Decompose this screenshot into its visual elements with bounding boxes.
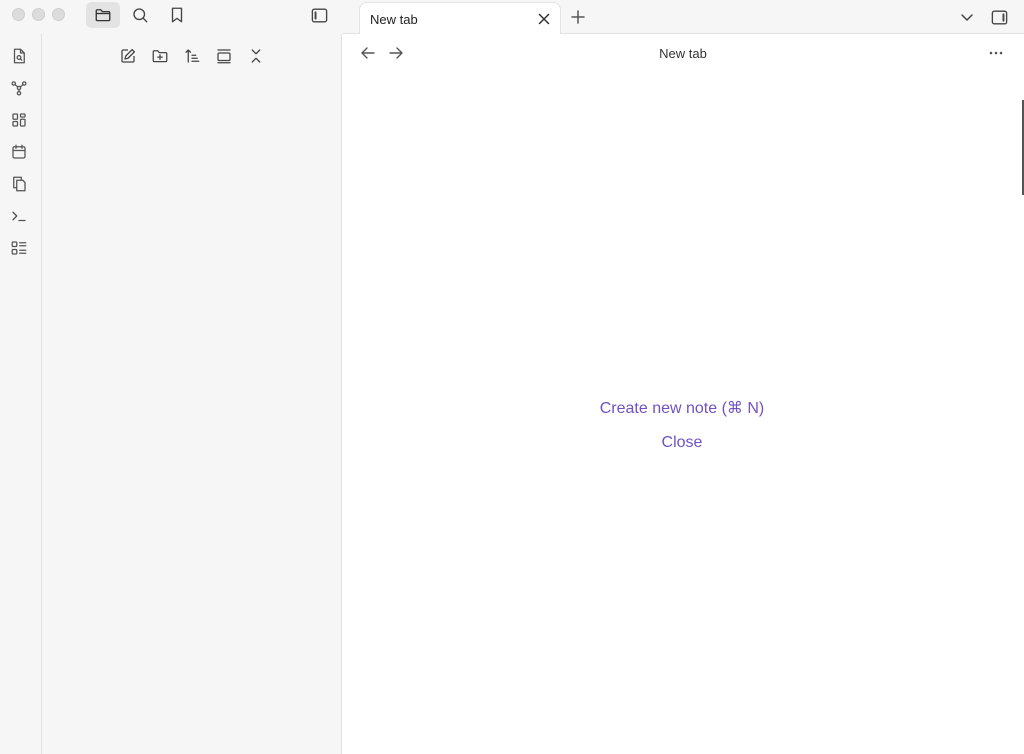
new-tab-button[interactable] <box>566 5 590 29</box>
outline-button[interactable] <box>5 234 33 262</box>
window-minimize-button[interactable] <box>32 8 45 21</box>
command-palette-icon <box>12 211 26 222</box>
auto-reveal-icon <box>217 49 231 64</box>
collapse-all-icon <box>251 49 261 63</box>
canvas-button[interactable] <box>5 106 33 134</box>
sort-icon <box>185 49 200 63</box>
sidebar-left-icon <box>311 7 327 23</box>
search-tab-button[interactable] <box>123 2 157 28</box>
plus-icon <box>571 10 585 24</box>
new-folder-button[interactable] <box>146 42 174 70</box>
graph-view-icon <box>11 81 27 96</box>
command-palette-button[interactable] <box>5 202 33 230</box>
toggle-left-sidebar-button[interactable] <box>302 2 336 28</box>
ribbon <box>0 34 42 754</box>
new-note-icon <box>121 48 136 63</box>
files-tab-button[interactable] <box>86 2 120 28</box>
close-link[interactable]: Close <box>342 434 1022 452</box>
empty-state: Create new note (⌘ N) Close <box>342 72 1022 754</box>
bookmark-icon <box>171 7 183 23</box>
sidebar-right-icon <box>991 9 1007 25</box>
new-note-button[interactable] <box>114 42 142 70</box>
graph-view-button[interactable] <box>5 74 33 102</box>
outline-icon <box>11 241 27 255</box>
window-maximize-button[interactable] <box>52 8 65 21</box>
new-folder-icon <box>152 50 168 63</box>
canvas-icon <box>12 113 26 127</box>
chevron-down-icon <box>961 14 973 21</box>
view-header: New tab <box>342 34 1024 72</box>
tab-close-button[interactable] <box>536 11 552 27</box>
more-options-button[interactable] <box>984 41 1008 65</box>
auto-reveal-button[interactable] <box>210 42 238 70</box>
daily-note-button[interactable] <box>5 138 33 166</box>
quick-switcher-button[interactable] <box>5 42 33 70</box>
view-title: New tab <box>659 46 707 61</box>
folder-icon <box>95 9 111 22</box>
templates-icon <box>13 176 26 192</box>
file-explorer <box>42 34 342 754</box>
toggle-right-sidebar-button[interactable] <box>987 5 1011 29</box>
templates-button[interactable] <box>5 170 33 198</box>
collapse-all-button[interactable] <box>242 42 270 70</box>
close-icon <box>538 13 550 25</box>
search-icon <box>133 8 148 23</box>
daily-note-icon <box>12 144 26 159</box>
tab-new-tab[interactable]: New tab <box>359 2 561 35</box>
bookmarks-tab-button[interactable] <box>160 2 194 28</box>
sort-button[interactable] <box>178 42 206 70</box>
quick-switcher-icon <box>13 48 25 64</box>
tab-title: New tab <box>370 12 418 27</box>
left-titlebar <box>0 0 342 34</box>
window-close-button[interactable] <box>12 8 25 21</box>
create-new-note-link[interactable]: Create new note (⌘ N) <box>342 398 1022 418</box>
tab-list-button[interactable] <box>955 5 979 29</box>
tab-bar: New tab <box>342 0 1024 35</box>
more-horizontal-icon <box>989 51 1003 55</box>
